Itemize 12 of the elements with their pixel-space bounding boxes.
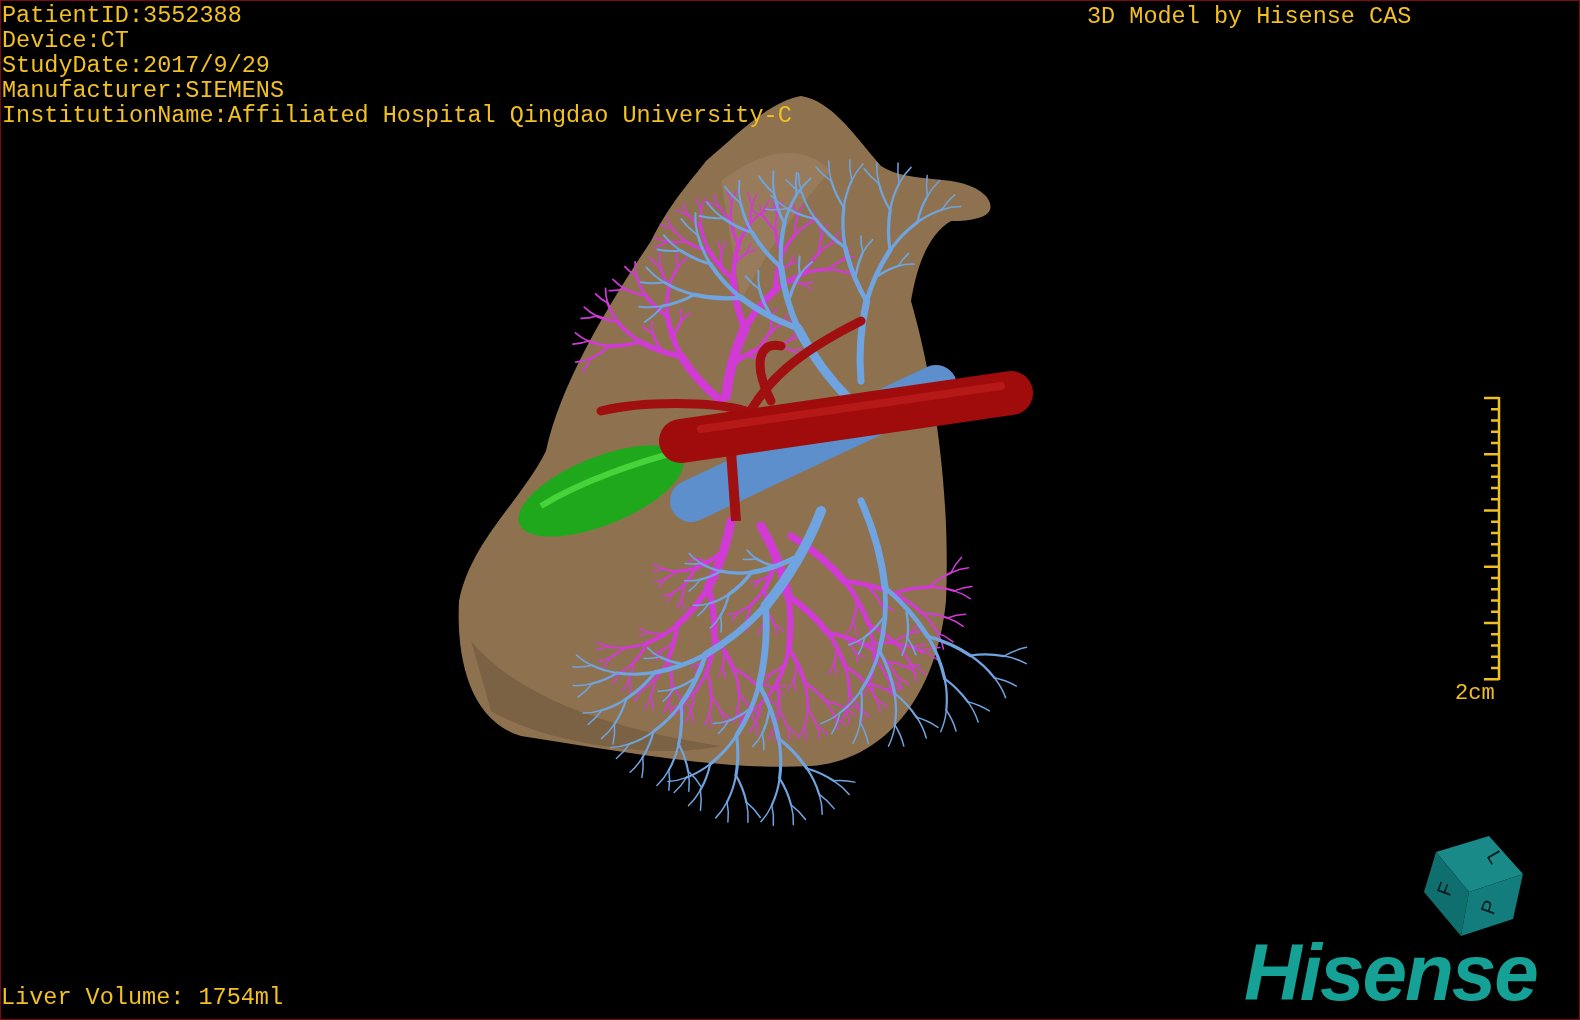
- cube-face-label: F: [1432, 879, 1458, 899]
- cube-face-label: L: [1482, 846, 1508, 868]
- orientation-cube[interactable]: F L P: [1424, 836, 1523, 936]
- cube-face-label: P: [1476, 896, 1502, 918]
- info-text: StudyDate:2017/9/29: [2, 53, 271, 78]
- brand-logo: Hisense: [1244, 933, 1537, 1013]
- info-text: Manufacturer:SIEMENS: [2, 78, 286, 103]
- info-text: Device:CT: [2, 28, 130, 53]
- info-text: PatientID:3552388: [2, 3, 243, 28]
- volume-text: Liver Volume: 1754ml: [1, 985, 284, 1010]
- viewer-title: 3D Model by Hisense CAS: [1087, 4, 1412, 29]
- scale-label: 2cm: [1455, 682, 1496, 706]
